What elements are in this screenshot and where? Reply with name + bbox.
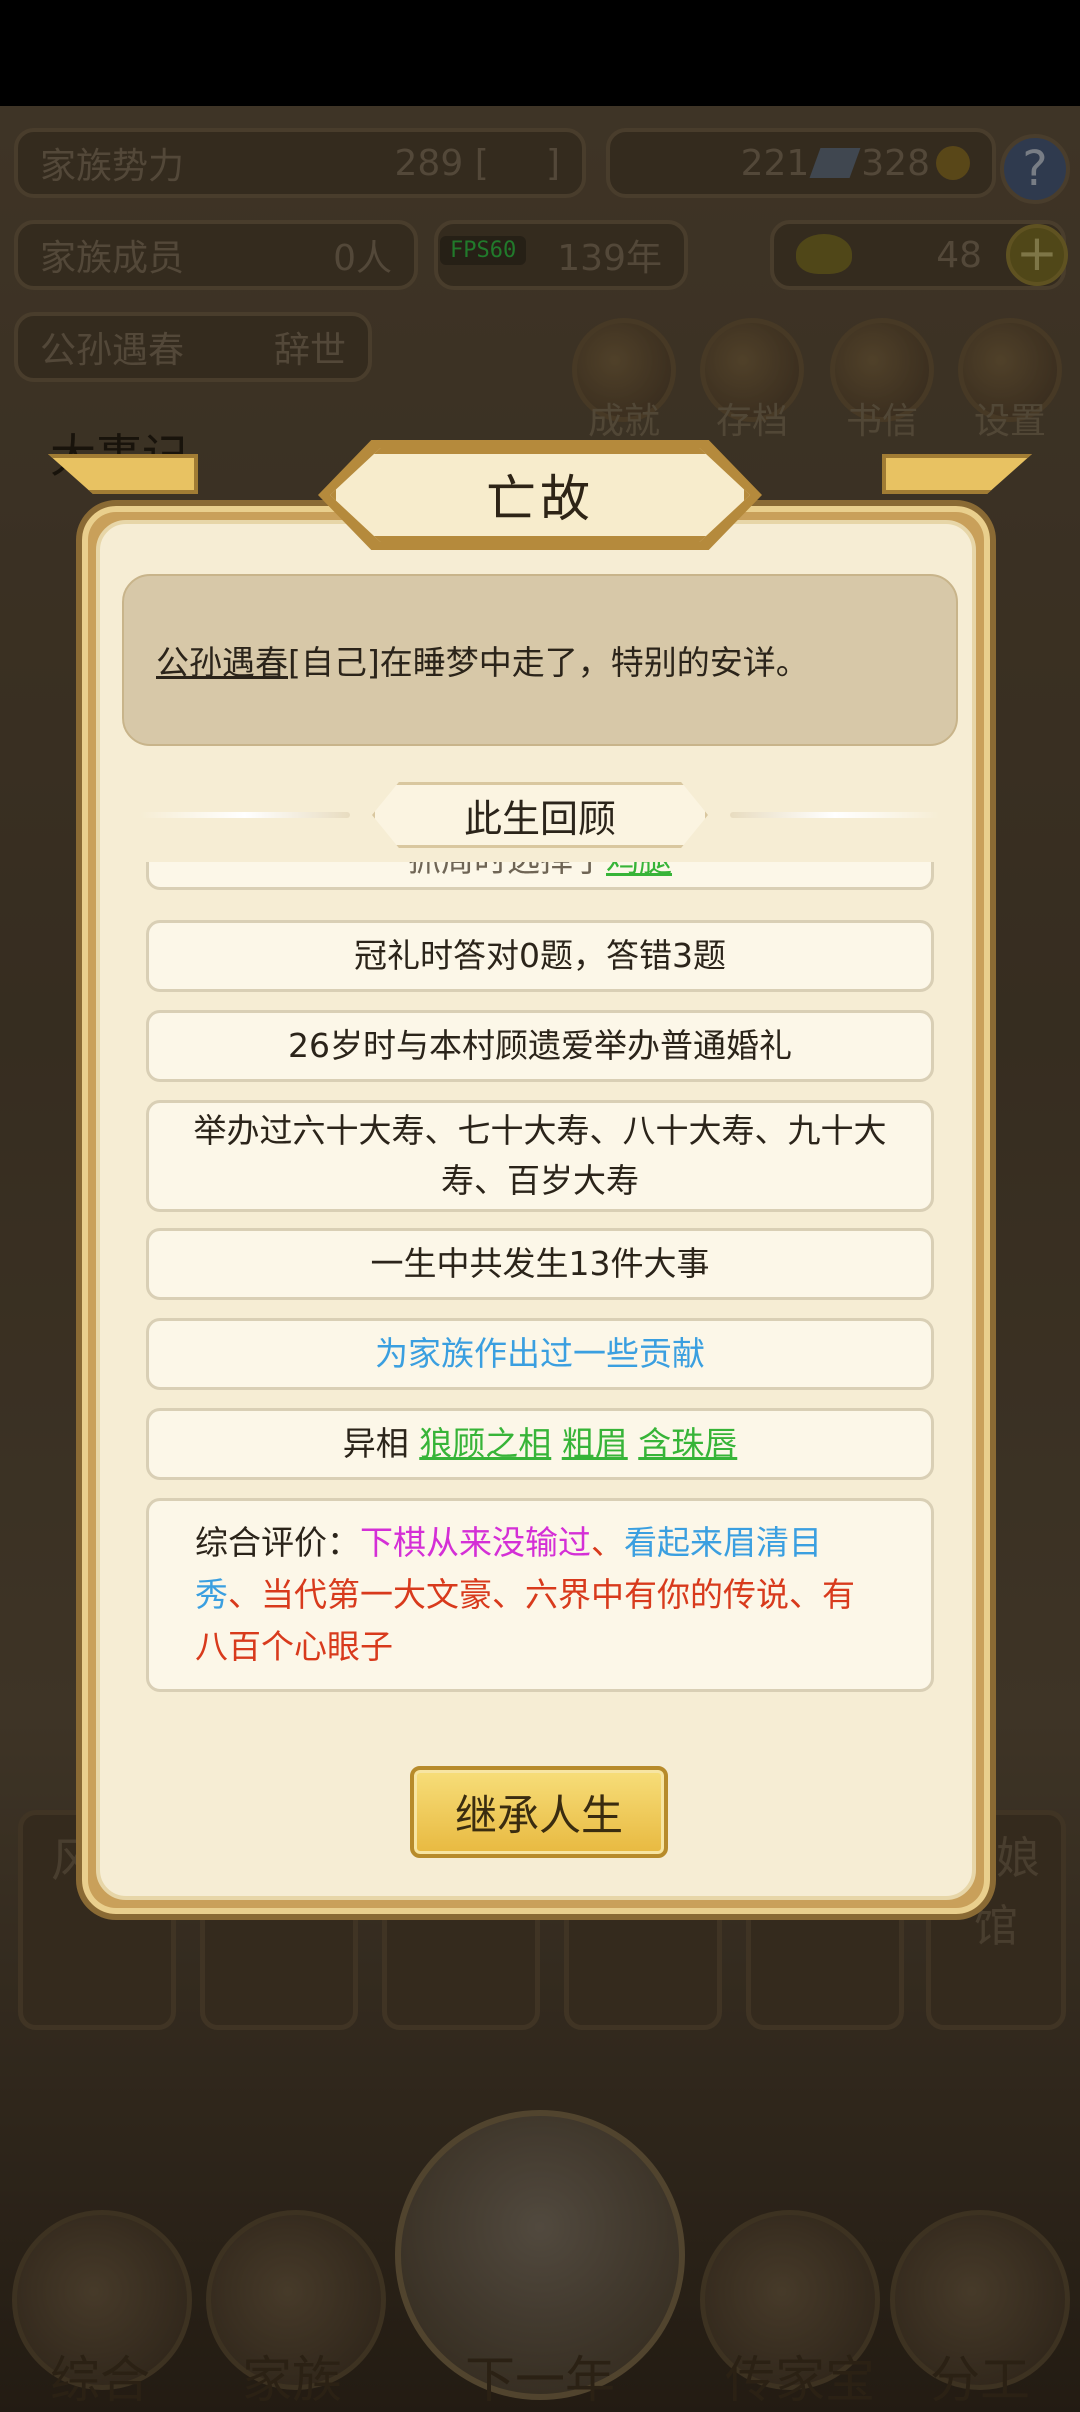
deceased-name-link[interactable]: 公孙遇春 <box>156 636 288 684</box>
evaluation-item: 当代第一大文豪 <box>261 1575 492 1614</box>
header-right-line <box>730 812 940 818</box>
dialog-title: 亡故 <box>486 470 594 528</box>
header-left-line <box>140 812 350 818</box>
inherit-life-button[interactable]: 继承人生 <box>410 1766 668 1858</box>
review-card: 26岁时与本村顾遗爱举办普通婚礼 <box>146 1010 934 1082</box>
evaluation-separator: 、 <box>492 1575 525 1614</box>
trait-link[interactable]: 狼顾之相 <box>419 1419 551 1469</box>
evaluation-separator: 、 <box>591 1523 624 1562</box>
life-review-header: 此生回顾 <box>140 782 940 848</box>
review-card-contribution: 为家族作出过一些贡献 <box>146 1318 934 1390</box>
title-plaque: 亡故 <box>330 448 750 542</box>
review-card: 一生中共发生13件大事 <box>146 1228 934 1300</box>
review-card: 举办过六十大寿、七十大寿、八十大寿、九十大寿、百岁大寿 <box>146 1100 934 1212</box>
death-message-text: [自己]在睡梦中走了，特别的安详。 <box>288 643 809 682</box>
evaluation-separator: 、 <box>789 1575 822 1614</box>
review-card-evaluation: 综合评价：下棋从来没输过、看起来眉清目秀、当代第一大文豪、六界中有你的传说、有八… <box>146 1498 934 1692</box>
review-card: 冠礼时答对0题，答错3题 <box>146 920 934 992</box>
death-message: 公孙遇春 [自己]在睡梦中走了，特别的安详。 <box>122 574 958 746</box>
evaluation-item: 六界中有你的传说 <box>525 1575 789 1614</box>
review-card-partial: 抓周时选择了鸡腿 <box>146 862 934 890</box>
evaluation-label: 综合评价： <box>195 1523 360 1562</box>
life-review-title: 此生回顾 <box>372 782 708 848</box>
evaluation-text: 综合评价：下棋从来没输过、看起来眉清目秀、当代第一大文豪、六界中有你的传说、有八… <box>195 1517 885 1673</box>
traits-label: 异相 <box>342 1424 409 1463</box>
evaluation-separator: 、 <box>228 1575 261 1614</box>
trait-link[interactable]: 粗眉 <box>562 1419 628 1469</box>
life-review-list[interactable]: 抓周时选择了鸡腿 冠礼时答对0题，答错3题 26岁时与本村顾遗爱举办普通婚礼 举… <box>146 862 934 1692</box>
review-card-traits: 异相 狼顾之相 粗眉 含珠唇 <box>146 1408 934 1480</box>
evaluation-item: 下棋从来没输过 <box>360 1523 591 1562</box>
review-card-partial-text: 抓周时选择了 <box>408 862 606 885</box>
trait-link[interactable]: 含珠唇 <box>638 1419 737 1469</box>
review-card-partial-item[interactable]: 鸡腿 <box>606 862 672 885</box>
